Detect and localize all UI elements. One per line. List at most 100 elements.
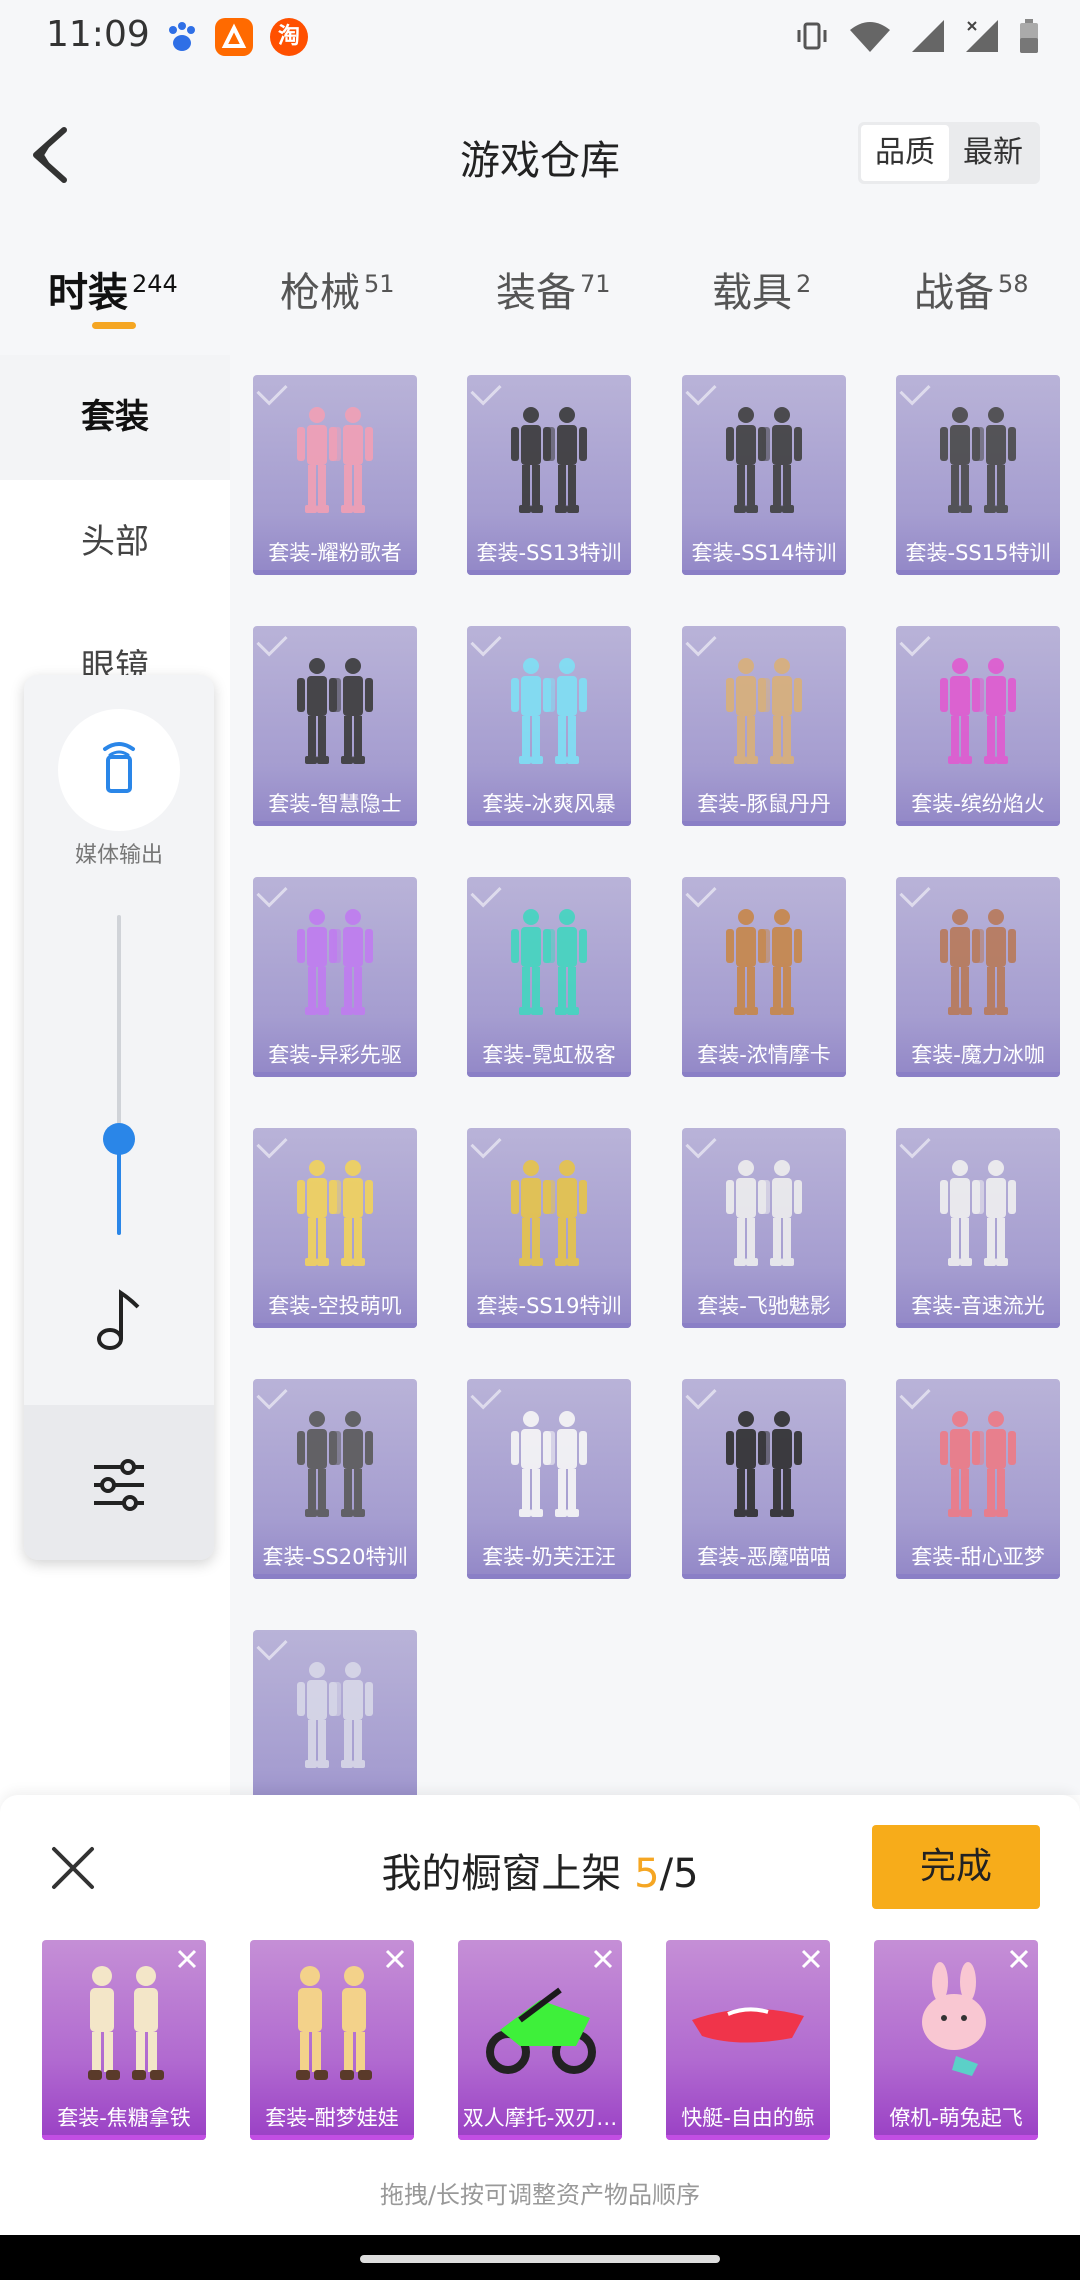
check-icon bbox=[899, 1128, 931, 1159]
sort-quality-button[interactable]: 品质 bbox=[861, 125, 949, 181]
speedboat-icon bbox=[692, 2007, 804, 2043]
signal-icon bbox=[910, 18, 946, 58]
active-tab-indicator bbox=[92, 322, 136, 329]
check-icon bbox=[470, 1379, 502, 1410]
rarity-bar bbox=[253, 1574, 417, 1579]
check-icon bbox=[685, 1379, 717, 1410]
showcase-item[interactable]: 快艇-自由的鲸 bbox=[666, 1940, 830, 2140]
inventory-item[interactable]: 套装-霓虹极客 bbox=[467, 877, 631, 1077]
inventory-item[interactable]: 套装-魔力冰咖 bbox=[896, 877, 1060, 1077]
reorder-hint: 拖拽/长按可调整资产物品顺序 bbox=[379, 2181, 701, 2209]
outfit-figure-icon bbox=[297, 909, 373, 1015]
status-bar: 11:09 淘 bbox=[0, 0, 1080, 80]
tab-count: 244 bbox=[132, 270, 178, 298]
header: 游戏仓库 品质 最新 bbox=[0, 80, 1080, 230]
inventory-item[interactable]: 套装-甜心亚梦 bbox=[896, 1379, 1060, 1579]
inventory-item[interactable]: 套装-飞驰魅影 bbox=[682, 1128, 846, 1328]
inventory-item[interactable]: 套装-奶芙汪汪 bbox=[467, 1379, 631, 1579]
rarity-bar bbox=[682, 821, 846, 826]
item-label: 套装-SS19特训 bbox=[476, 1294, 622, 1318]
rarity-bar bbox=[896, 1323, 1060, 1328]
inventory-item[interactable]: 套装-耀粉歌者 bbox=[253, 375, 417, 575]
rarity-bar bbox=[458, 2135, 622, 2140]
media-output-label: 媒体输出 bbox=[74, 843, 163, 868]
check-icon bbox=[899, 877, 931, 908]
media-output-button[interactable] bbox=[58, 709, 180, 831]
showcase-item-label: 套装-酣梦娃娃 bbox=[265, 2106, 399, 2130]
outfit-figure-icon bbox=[726, 407, 802, 513]
outfit-figure-icon bbox=[297, 658, 373, 764]
tab-vehicles[interactable]: 载具 2 bbox=[712, 260, 811, 318]
volume-slider-thumb[interactable] bbox=[103, 1123, 135, 1155]
showcase-item-label: 套装-焦糖拿铁 bbox=[57, 2106, 191, 2130]
outfit-figure-icon bbox=[726, 909, 802, 1015]
check-icon bbox=[256, 375, 288, 406]
tab-count: 71 bbox=[580, 270, 611, 298]
showcase-item-label: 快艇-自由的鲸 bbox=[681, 2106, 815, 2130]
check-icon bbox=[685, 877, 717, 908]
inventory-item[interactable]: 套装-智慧隐士 bbox=[253, 626, 417, 826]
inventory-item[interactable]: 套装-冰爽风暴 bbox=[467, 626, 631, 826]
rarity-bar bbox=[467, 570, 631, 575]
check-icon bbox=[685, 1128, 717, 1159]
bunny-drone-icon bbox=[922, 1962, 986, 2076]
item-label: 套装-SS15特训 bbox=[905, 541, 1051, 565]
home-gesture-handle[interactable] bbox=[360, 2255, 720, 2263]
showcase-item[interactable]: 双人摩托-双刃… bbox=[458, 1940, 622, 2140]
outfit-figure-icon bbox=[511, 1411, 587, 1517]
outfit-figure-icon bbox=[726, 1411, 802, 1517]
showcase-item-label: 僚机-萌兔起飞 bbox=[889, 2106, 1023, 2130]
item-label: 套装-恶魔喵喵 bbox=[697, 1545, 831, 1569]
tab-battle-gear[interactable]: 战备 58 bbox=[914, 260, 1029, 318]
status-time: 11:09 bbox=[46, 14, 150, 55]
showcase-title-text: 我的橱窗上架 bbox=[381, 1851, 635, 1897]
sidebar-item-head[interactable]: 头部 bbox=[0, 480, 230, 605]
inventory-item[interactable]: 套装-豚鼠丹丹 bbox=[682, 626, 846, 826]
tab-firearms[interactable]: 枪械 51 bbox=[280, 260, 395, 318]
sidebar-item-suits[interactable]: 套装 bbox=[0, 355, 230, 480]
inventory-item[interactable]: 套装-SS14特训 bbox=[682, 375, 846, 575]
check-icon bbox=[899, 626, 931, 657]
inventory-item[interactable]: 套装- bbox=[253, 1630, 417, 1795]
sort-toggle: 品质 最新 bbox=[858, 122, 1040, 184]
inventory-item[interactable]: 套装-音速流光 bbox=[896, 1128, 1060, 1328]
rarity-bar bbox=[42, 2135, 206, 2140]
app-orange-icon bbox=[215, 18, 253, 56]
rarity-bar bbox=[682, 570, 846, 575]
vibrate-icon bbox=[794, 18, 830, 58]
item-label: 套装-飞驰魅影 bbox=[697, 1294, 831, 1318]
check-icon bbox=[899, 375, 931, 406]
battery-icon bbox=[1018, 18, 1040, 58]
music-note-icon[interactable] bbox=[94, 1285, 144, 1355]
outfit-figure-icon bbox=[511, 1160, 587, 1266]
showcase-item[interactable]: 套装-酣梦娃娃 bbox=[250, 1940, 414, 2140]
inventory-item[interactable]: 套装-缤纷焰火 bbox=[896, 626, 1060, 826]
tab-count: 2 bbox=[796, 270, 812, 298]
equalizer-settings-icon[interactable] bbox=[90, 1457, 148, 1513]
showcase-item[interactable]: 套装-焦糖拿铁 bbox=[42, 1940, 206, 2140]
inventory-item[interactable]: 套装-SS13特训 bbox=[467, 375, 631, 575]
sort-newest-button[interactable]: 最新 bbox=[949, 125, 1037, 181]
rarity-bar bbox=[896, 1574, 1060, 1579]
done-button[interactable]: 完成 bbox=[872, 1825, 1040, 1909]
inventory-item[interactable]: 套装-浓情摩卡 bbox=[682, 877, 846, 1077]
tab-label: 载具 bbox=[712, 270, 792, 316]
check-icon bbox=[899, 1379, 931, 1410]
item-label: 套装-浓情摩卡 bbox=[697, 1043, 831, 1067]
inventory-item[interactable]: 套装-异彩先驱 bbox=[253, 877, 417, 1077]
rarity-bar bbox=[467, 1574, 631, 1579]
check-icon bbox=[470, 626, 502, 657]
check-icon bbox=[256, 1630, 288, 1661]
showcase-item[interactable]: 僚机-萌兔起飞 bbox=[874, 1940, 1038, 2140]
inventory-item[interactable]: 套装-SS15特训 bbox=[896, 375, 1060, 575]
inventory-item[interactable]: 套装-SS19特训 bbox=[467, 1128, 631, 1328]
rarity-bar bbox=[253, 1072, 417, 1077]
tab-equipment[interactable]: 装备 71 bbox=[496, 260, 611, 318]
outfit-figure-icon bbox=[511, 407, 587, 513]
tab-fashion[interactable]: 时装 244 bbox=[48, 260, 178, 318]
system-nav-bar bbox=[0, 2235, 1080, 2280]
inventory-item[interactable]: 套装-恶魔喵喵 bbox=[682, 1379, 846, 1579]
outfit-figure-icon bbox=[297, 407, 373, 513]
inventory-item[interactable]: 套装-空投萌叽 bbox=[253, 1128, 417, 1328]
inventory-item[interactable]: 套装-SS20特训 bbox=[253, 1379, 417, 1579]
